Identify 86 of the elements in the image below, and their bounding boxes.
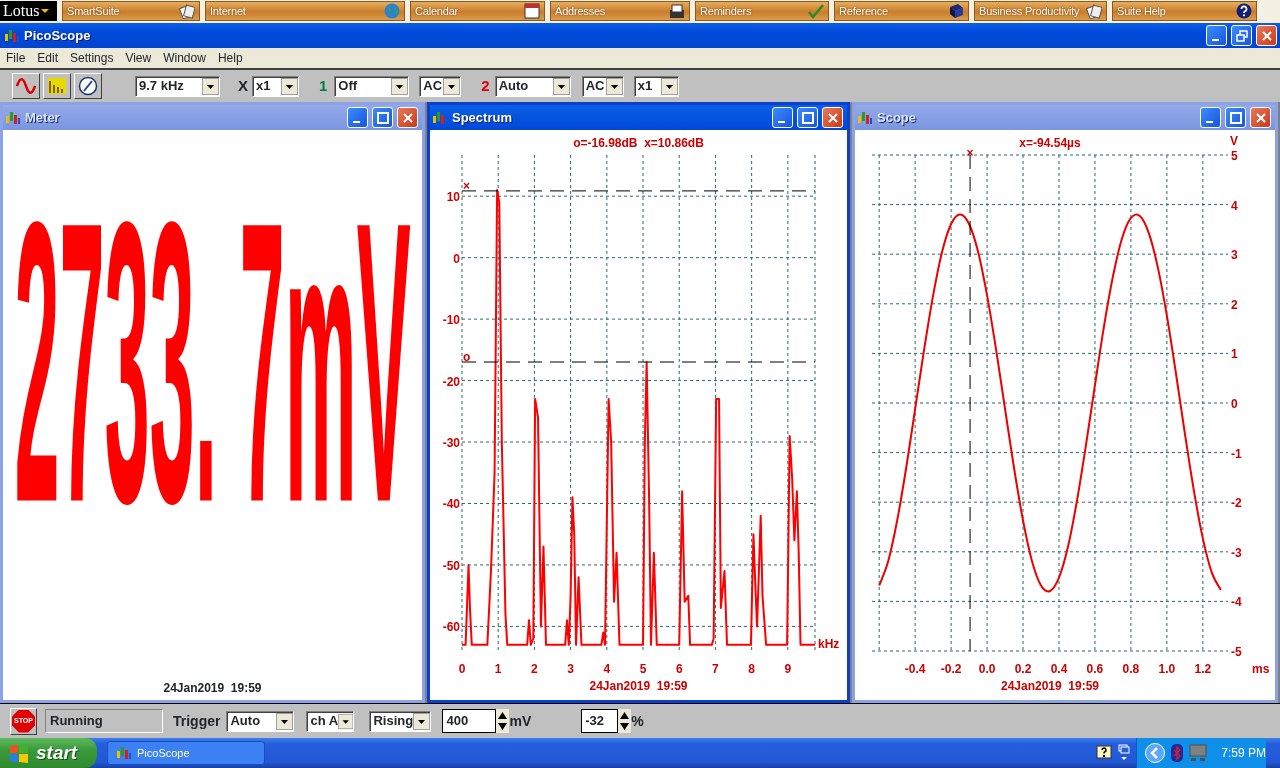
ref-line-label: × bbox=[463, 178, 471, 193]
y-tick-label: 10 bbox=[446, 190, 460, 205]
taskbar-button[interactable]: PicoScope bbox=[107, 741, 265, 765]
start-button[interactable]: start bbox=[0, 738, 97, 768]
x-tick-label: -0.2 bbox=[940, 662, 962, 676]
x-tick-label: 0 bbox=[458, 662, 466, 676]
dropdown[interactable]: Rising bbox=[369, 710, 432, 732]
x-tick-label: 8 bbox=[748, 662, 755, 676]
menu-item[interactable]: Help bbox=[212, 48, 248, 68]
menu-item[interactable]: View bbox=[120, 48, 157, 68]
y-tick-label: -30 bbox=[442, 436, 460, 451]
dropdown[interactable]: Auto bbox=[226, 710, 295, 732]
x-tick-label: 6 bbox=[675, 662, 683, 676]
trigger-label: Trigger bbox=[173, 711, 221, 731]
cursor-readout: x=-94.54µs bbox=[1019, 136, 1081, 150]
window-title: PicoScope bbox=[24, 26, 91, 45]
dropdown[interactable]: x1 bbox=[633, 75, 679, 97]
y-tick-label: 3 bbox=[1231, 248, 1238, 263]
cursor[interactable]: × bbox=[461, 178, 816, 193]
x-tick-label: 0.8 bbox=[1122, 662, 1140, 676]
meter-reading: 2733. 7mV bbox=[14, 212, 411, 512]
x-axis-unit: kHz bbox=[818, 637, 840, 651]
y-tick-label: -3 bbox=[1231, 545, 1242, 560]
x-tick-label: 1.2 bbox=[1194, 662, 1212, 676]
x-tick-label: 0.2 bbox=[1014, 662, 1032, 676]
ref-line-label: o bbox=[463, 350, 471, 364]
x-axis-unit: ms bbox=[1252, 662, 1270, 676]
x-tick-label: -0.4 bbox=[904, 662, 926, 676]
y-tick-label: 4 bbox=[1231, 198, 1238, 213]
x-tick-label: 1.0 bbox=[1158, 662, 1176, 676]
dropdown[interactable]: Auto bbox=[494, 75, 571, 97]
x-tick-label: 1 bbox=[494, 662, 502, 676]
dropdown[interactable]: Off bbox=[334, 75, 410, 97]
y-tick-label: -1 bbox=[1231, 446, 1242, 461]
clock: 7:59 PM bbox=[1221, 745, 1266, 762]
x-tick-label: 0.0 bbox=[978, 662, 996, 676]
unit-label: mV bbox=[509, 711, 532, 731]
x-tick-label: 2 bbox=[531, 662, 538, 676]
y-tick-label: 0 bbox=[453, 251, 460, 266]
suite-menu-button[interactable]: Lotus bbox=[0, 1, 57, 21]
child-window-title: Spectrum bbox=[452, 108, 512, 127]
dropdown[interactable]: x1 bbox=[252, 75, 299, 97]
cursor[interactable]: o bbox=[461, 350, 816, 364]
menu-item[interactable]: Edit bbox=[32, 48, 64, 68]
y-tick-label: 5 bbox=[1231, 149, 1238, 163]
child-window-title: Scope bbox=[877, 108, 916, 127]
number-field[interactable]: -32 bbox=[581, 709, 619, 733]
channel-label: 1 bbox=[319, 75, 328, 96]
y-tick-label: 1 bbox=[1231, 347, 1238, 362]
menu-item[interactable]: Window bbox=[158, 48, 211, 68]
y-tick-label: -20 bbox=[442, 374, 460, 389]
ref-line-label: × bbox=[966, 146, 974, 160]
unit-label: % bbox=[631, 711, 644, 731]
x-tick-label: 0.6 bbox=[1086, 662, 1104, 676]
y-axis-unit: V bbox=[1230, 134, 1238, 148]
x-tick-label: 5 bbox=[639, 662, 647, 676]
x-tick-label: 4 bbox=[603, 662, 611, 676]
menu-item[interactable]: Settings bbox=[65, 48, 119, 68]
timestamp: 24Jan2019 19:59 bbox=[163, 680, 262, 697]
cursor-readout: o=-16.98dB x=10.86dB bbox=[573, 136, 704, 150]
dropdown[interactable]: 9.7 kHz bbox=[135, 75, 220, 97]
dropdown[interactable]: ch A bbox=[306, 710, 355, 732]
y-tick-label: -10 bbox=[442, 313, 460, 328]
dropdown[interactable]: AC bbox=[419, 75, 462, 97]
y-tick-label: -2 bbox=[1231, 496, 1242, 511]
channel-label: 2 bbox=[481, 75, 490, 96]
cursor[interactable]: × bbox=[966, 146, 974, 652]
y-tick-label: 0 bbox=[1231, 397, 1238, 411]
x-tick-label: 3 bbox=[567, 662, 574, 676]
y-tick-label: -60 bbox=[442, 620, 460, 635]
number-field[interactable]: 400 bbox=[442, 709, 497, 733]
dropdown[interactable]: AC bbox=[581, 75, 624, 97]
x-tick-label: 9 bbox=[784, 662, 792, 676]
status-field: Running bbox=[45, 709, 163, 733]
x-tick-label: 7 bbox=[712, 662, 719, 676]
y-tick-label: -4 bbox=[1231, 595, 1242, 610]
menu-item[interactable]: File bbox=[1, 48, 31, 68]
timestamp: 24Jan2019 19:59 bbox=[1000, 679, 1100, 693]
y-tick-label: -5 bbox=[1231, 645, 1242, 659]
y-tick-label: 2 bbox=[1231, 297, 1238, 312]
timestamp: 24Jan2019 19:59 bbox=[589, 679, 688, 693]
channel-label: X bbox=[238, 75, 248, 96]
x-tick-label: 0.4 bbox=[1050, 662, 1068, 676]
child-window-title: Meter bbox=[25, 108, 60, 127]
y-tick-label: -40 bbox=[442, 497, 460, 512]
y-tick-label: -50 bbox=[442, 558, 460, 573]
